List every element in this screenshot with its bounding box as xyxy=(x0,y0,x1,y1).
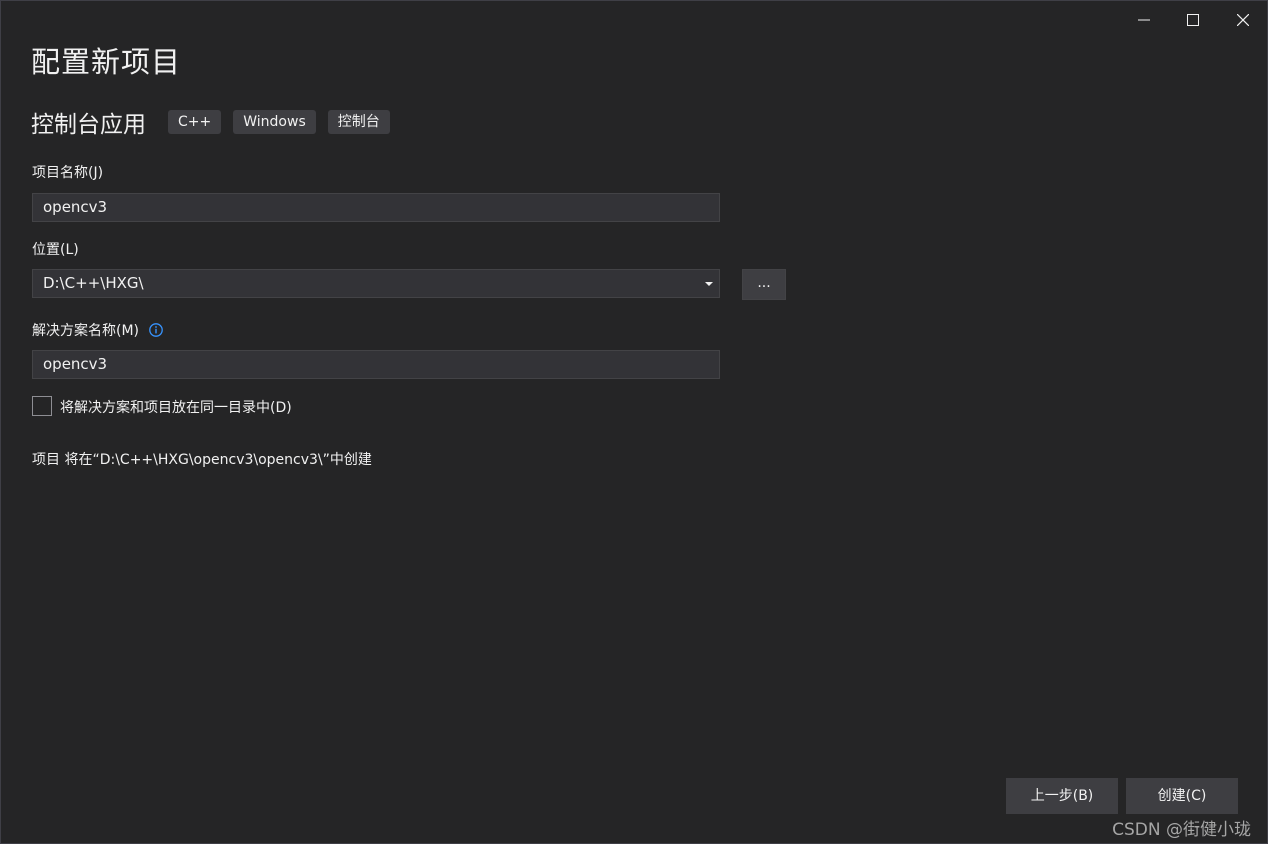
dialog-window: 配置新项目 控制台应用 C++ Windows 控制台 项目名称(J) open… xyxy=(0,0,1268,844)
project-name-label: 项目名称(J) xyxy=(32,165,104,181)
maximize-icon xyxy=(1187,14,1199,26)
minimize-icon xyxy=(1138,19,1150,21)
tag-project-type: 控制台 xyxy=(327,110,390,134)
project-name-value: opencv3 xyxy=(43,198,108,216)
tag-platform: Windows xyxy=(233,110,316,134)
watermark: CSDN @街健小珑 xyxy=(1112,820,1251,840)
project-path-info: 项目 将在“D:\C++\HXG\opencv3\opencv3\”中创建 xyxy=(32,452,372,468)
browse-button[interactable]: ... xyxy=(742,269,786,300)
close-button[interactable] xyxy=(1223,7,1263,33)
solution-name-label-row: 解决方案名称(M) xyxy=(32,320,164,340)
template-name: 控制台应用 xyxy=(31,112,146,138)
same-directory-label[interactable]: 将解决方案和项目放在同一目录中(D) xyxy=(60,397,292,417)
page-title: 配置新项目 xyxy=(31,45,182,79)
minimize-button[interactable] xyxy=(1124,7,1164,33)
solution-name-value: opencv3 xyxy=(43,355,108,373)
same-directory-checkbox[interactable] xyxy=(32,396,52,416)
tag-language: C++ xyxy=(168,110,222,134)
close-icon xyxy=(1237,14,1249,26)
template-header: 控制台应用 C++ Windows 控制台 xyxy=(31,108,402,138)
project-name-input[interactable]: opencv3 xyxy=(32,193,720,222)
chevron-down-icon[interactable] xyxy=(705,282,713,286)
solution-name-input[interactable]: opencv3 xyxy=(32,350,720,379)
location-label: 位置(L) xyxy=(32,242,79,258)
info-icon[interactable] xyxy=(149,323,164,337)
location-dropdown[interactable]: D:\C++\HXG\ xyxy=(32,269,720,298)
create-button[interactable]: 创建(C) xyxy=(1126,778,1238,814)
location-value: D:\C++\HXG\ xyxy=(43,274,144,292)
maximize-button[interactable] xyxy=(1173,7,1213,33)
solution-name-label: 解决方案名称(M) xyxy=(32,323,140,339)
back-button[interactable]: 上一步(B) xyxy=(1006,778,1118,814)
